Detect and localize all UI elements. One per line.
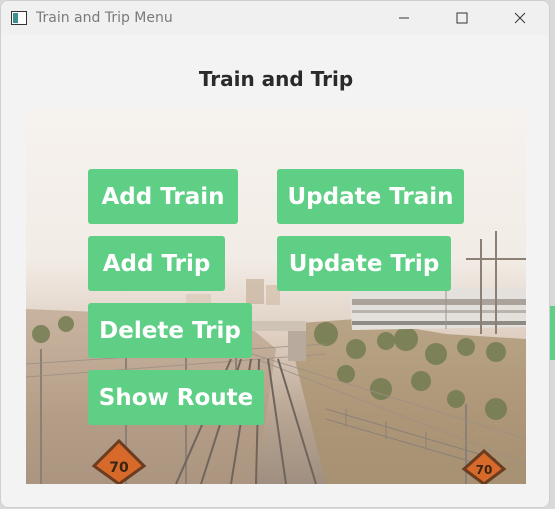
minimize-button[interactable] — [375, 1, 433, 35]
speed-sign-left-label: 70 — [109, 460, 129, 476]
add-trip-button[interactable]: Add Trip — [88, 236, 225, 291]
title-bar[interactable]: Train and Trip Menu — [1, 1, 549, 35]
speed-sign-right-label: 70 — [476, 463, 493, 477]
train-illustration — [350, 287, 526, 330]
offscreen-button-edge — [550, 306, 555, 360]
add-train-button[interactable]: Add Train — [88, 169, 238, 224]
close-icon — [514, 12, 526, 24]
railway-background-image: 70 70 Add Train Update Train Add Trip Up… — [26, 109, 526, 484]
maximize-button[interactable] — [433, 1, 491, 35]
show-route-button[interactable]: Show Route — [88, 370, 264, 425]
railway-scene: 70 70 — [26, 231, 526, 484]
update-train-button[interactable]: Update Train — [277, 169, 464, 224]
window-title: Train and Trip Menu — [36, 10, 173, 26]
update-trip-button[interactable]: Update Trip — [277, 236, 451, 291]
app-window: Train and Trip Menu Train and Trip 70 70… — [0, 0, 550, 508]
close-button[interactable] — [491, 1, 549, 35]
minimize-icon — [399, 17, 409, 19]
app-window-icon — [11, 11, 27, 25]
page-title: Train and Trip — [198, 67, 354, 91]
maximize-icon — [456, 12, 468, 24]
delete-trip-button[interactable]: Delete Trip — [88, 303, 252, 358]
